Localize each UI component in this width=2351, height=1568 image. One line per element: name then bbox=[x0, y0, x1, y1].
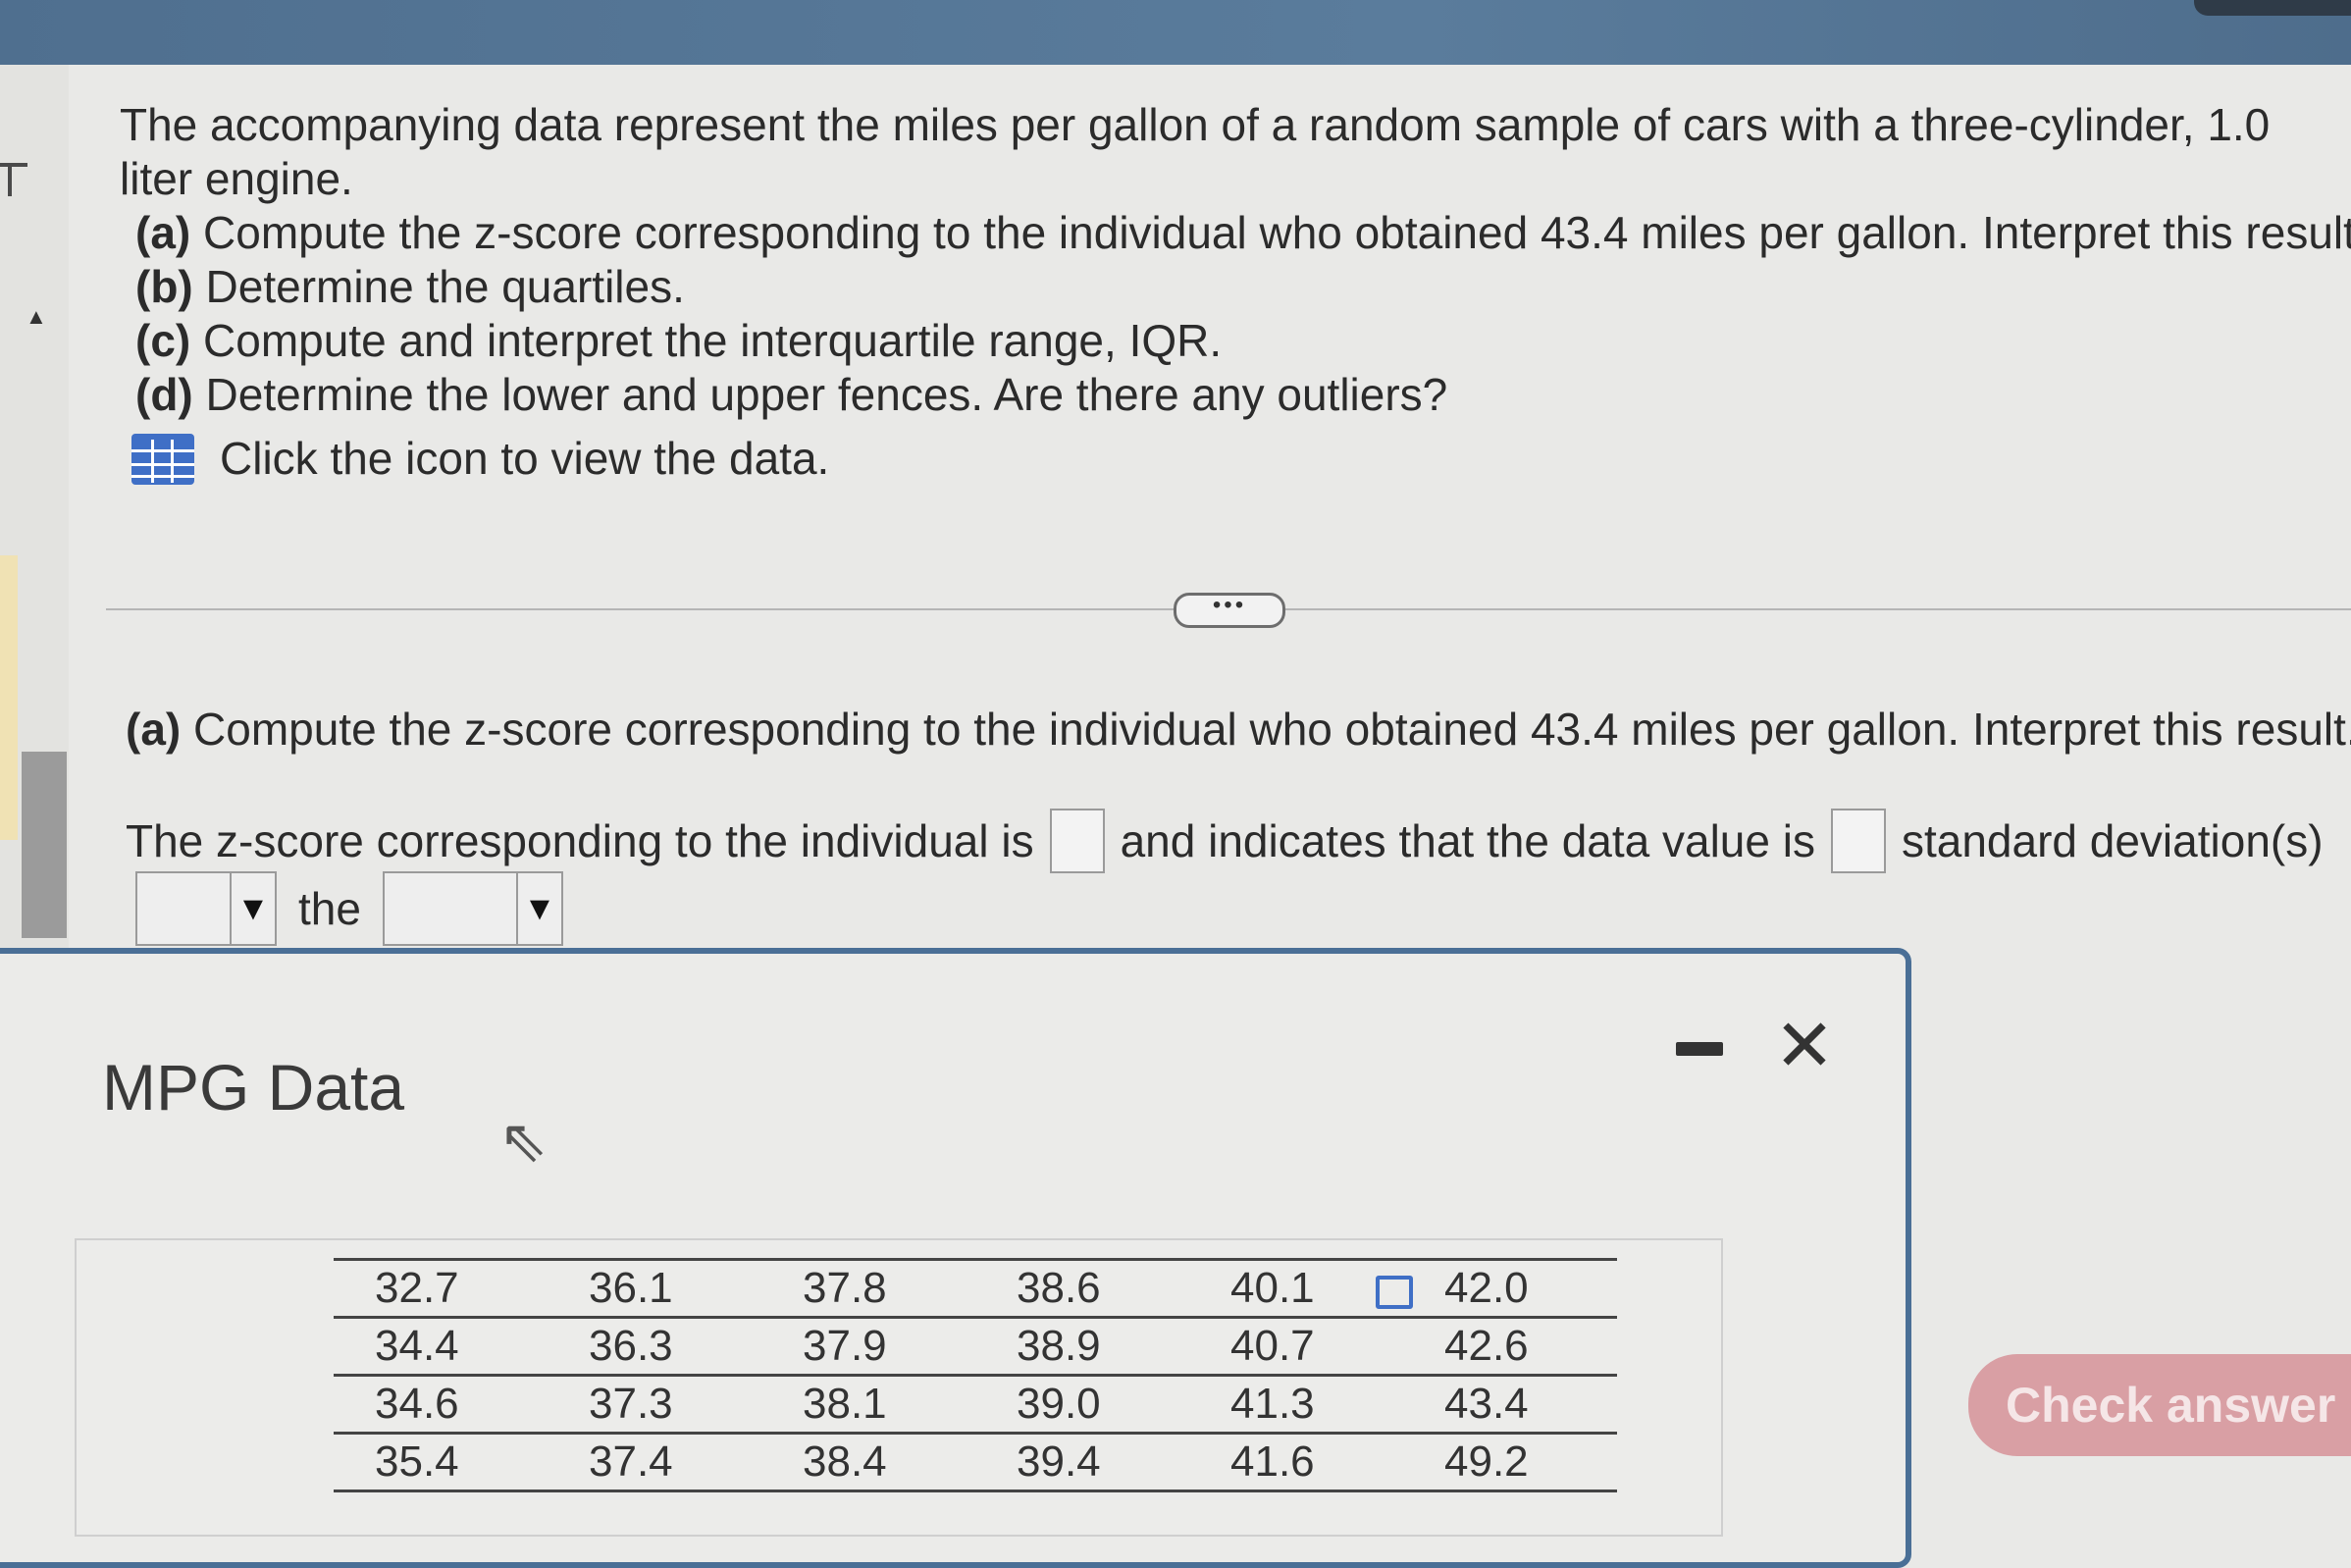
zscore-input[interactable] bbox=[1049, 809, 1105, 873]
table-cell: 40.1 bbox=[1189, 1258, 1403, 1319]
sd-count-input[interactable] bbox=[1830, 809, 1886, 873]
part-a-text: Compute the z-score corresponding to the… bbox=[193, 704, 2351, 755]
minimize-icon[interactable] bbox=[1676, 1042, 1723, 1056]
table-cell: 32.7 bbox=[334, 1258, 548, 1319]
table-cell: 39.0 bbox=[975, 1375, 1189, 1435]
part-text: Determine the lower and upper fences. Ar… bbox=[205, 369, 1448, 420]
answer-sentence: The z-score corresponding to the individ… bbox=[126, 809, 2324, 873]
answer-dropdowns: ▼ the ▼ bbox=[135, 871, 563, 946]
part-text: Compute and interpret the interquartile … bbox=[203, 315, 1223, 366]
table-cell: 37.8 bbox=[761, 1258, 975, 1319]
question-part-b: (b) Determine the quartiles. bbox=[135, 260, 2308, 314]
question-part-c: (c) Compute and interpret the interquart… bbox=[135, 314, 2308, 368]
question-parts: (a) Compute the z-score corresponding to… bbox=[135, 206, 2351, 422]
table-cell: 43.4 bbox=[1403, 1375, 1617, 1435]
answer-text-1: The z-score corresponding to the individ… bbox=[126, 815, 1034, 866]
expand-handle[interactable]: ••• bbox=[1174, 593, 1285, 628]
table-row: 34.6 37.3 38.1 39.0 41.3 43.4 bbox=[334, 1375, 1617, 1435]
table-cell: 41.3 bbox=[1189, 1375, 1403, 1435]
top-bar bbox=[0, 0, 2351, 65]
sidebar-highlight bbox=[0, 555, 18, 840]
part-label: (a) bbox=[135, 207, 191, 258]
table-cell: 49.2 bbox=[1403, 1433, 1617, 1492]
check-answer-button[interactable]: Check answer bbox=[1968, 1354, 2351, 1456]
view-data-row: Click the icon to view the data. bbox=[131, 432, 2308, 486]
table-cell: 37.3 bbox=[548, 1375, 761, 1435]
sidebar-marker-stem bbox=[8, 167, 12, 196]
part-a-heading: (a) Compute the z-score corresponding to… bbox=[126, 703, 2351, 756]
part-text: Compute the z-score corresponding to the… bbox=[203, 207, 2351, 258]
table-cell: 37.4 bbox=[548, 1433, 761, 1492]
part-text: Determine the quartiles. bbox=[205, 261, 685, 312]
table-row: 34.4 36.3 37.9 38.9 40.7 42.6 bbox=[334, 1317, 1617, 1377]
chevron-down-icon[interactable]: ▼ bbox=[515, 873, 561, 944]
part-label: (b) bbox=[135, 261, 193, 312]
table-cell: 38.4 bbox=[761, 1433, 975, 1492]
table-cell: 37.9 bbox=[761, 1317, 975, 1377]
question-block: The accompanying data represent the mile… bbox=[120, 98, 2351, 486]
part-label: (c) bbox=[135, 315, 191, 366]
top-bar-cap bbox=[2194, 0, 2351, 16]
part-a-label: (a) bbox=[126, 704, 182, 755]
collapse-arrow-icon[interactable]: ▲ bbox=[26, 304, 47, 330]
popup-title: MPG Data bbox=[102, 1051, 405, 1124]
table-cell: 36.3 bbox=[548, 1317, 761, 1377]
close-icon[interactable]: ✕ bbox=[1774, 1007, 1835, 1085]
direction-dropdown[interactable]: ▼ bbox=[135, 871, 277, 946]
table-cell: 41.6 bbox=[1189, 1433, 1403, 1492]
table-grid-icon[interactable] bbox=[131, 433, 194, 485]
question-intro: The accompanying data represent the mile… bbox=[120, 99, 2271, 204]
answer-word-the: the bbox=[298, 883, 361, 934]
table-cell: 36.1 bbox=[548, 1258, 761, 1319]
table-cell: 38.9 bbox=[975, 1317, 1189, 1377]
mpg-data-table: 32.7 36.1 37.8 38.6 40.1 42.0 34.4 36.3 … bbox=[334, 1258, 1617, 1492]
sidebar-scrollbar[interactable] bbox=[22, 752, 67, 938]
table-cell: 34.6 bbox=[334, 1375, 548, 1435]
table-cell: 38.1 bbox=[761, 1375, 975, 1435]
reference-dropdown[interactable]: ▼ bbox=[382, 871, 563, 946]
table-cell: 42.0 bbox=[1403, 1258, 1617, 1319]
chevron-down-icon[interactable]: ▼ bbox=[230, 873, 275, 944]
table-cell: 42.6 bbox=[1403, 1317, 1617, 1377]
table-cell: 39.4 bbox=[975, 1433, 1189, 1492]
table-cell: 34.4 bbox=[334, 1317, 548, 1377]
table-row: 32.7 36.1 37.8 38.6 40.1 42.0 bbox=[334, 1258, 1617, 1319]
left-sidebar: ▲ bbox=[0, 65, 69, 948]
copy-icon[interactable] bbox=[1376, 1276, 1413, 1309]
answer-text-3: standard deviation(s) bbox=[1901, 815, 2324, 866]
sidebar-marker bbox=[0, 163, 27, 167]
table-row: 35.4 37.4 38.4 39.4 41.6 49.2 bbox=[334, 1433, 1617, 1492]
table-cell: 35.4 bbox=[334, 1433, 548, 1492]
view-data-link[interactable]: Click the icon to view the data. bbox=[220, 432, 829, 486]
mouse-pointer-icon: ⇖ bbox=[498, 1108, 549, 1174]
table-cell: 38.6 bbox=[975, 1258, 1189, 1319]
part-label: (d) bbox=[135, 369, 193, 420]
table-cell: 40.7 bbox=[1189, 1317, 1403, 1377]
answer-text-2: and indicates that the data value is bbox=[1120, 815, 1815, 866]
question-part-a: (a) Compute the z-score corresponding to… bbox=[135, 206, 2351, 260]
question-part-d: (d) Determine the lower and upper fences… bbox=[135, 368, 2308, 422]
